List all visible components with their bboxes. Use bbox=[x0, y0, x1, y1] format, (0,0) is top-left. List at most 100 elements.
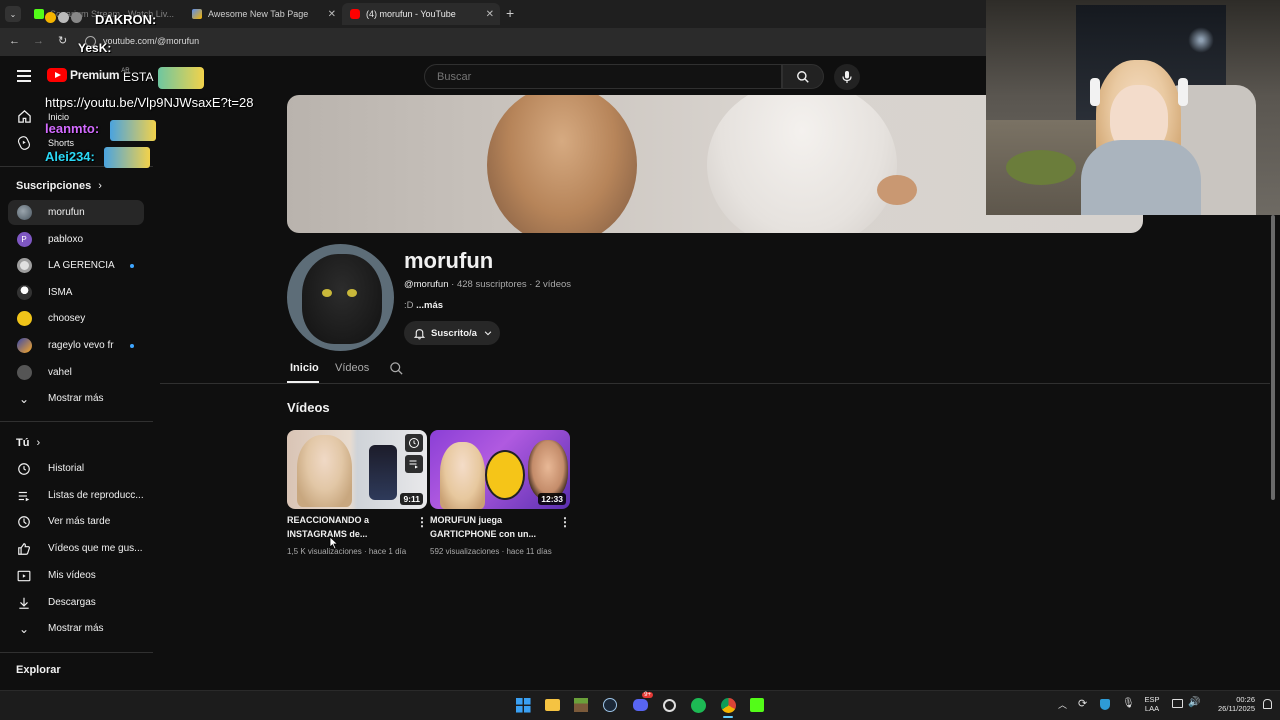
avatar bbox=[16, 338, 32, 353]
video-options-icon[interactable]: ⋮ bbox=[416, 515, 428, 529]
chrome-icon[interactable] bbox=[720, 697, 736, 713]
discord-icon[interactable]: 9+ bbox=[632, 692, 653, 713]
tray-sync-icon[interactable]: ⟳ bbox=[1078, 697, 1087, 710]
reload-icon[interactable]: ↻ bbox=[58, 34, 67, 47]
add-to-queue-icon[interactable] bbox=[405, 455, 423, 473]
sidebar-divider bbox=[0, 421, 153, 422]
subscribed-button[interactable]: Suscrito/a bbox=[404, 321, 500, 345]
sidebar-sub-la-gerencia[interactable]: LA GERENCIA bbox=[8, 253, 144, 278]
tray-chevron-up-icon[interactable]: ︿ bbox=[1058, 698, 1067, 711]
channel-handle: @morufun bbox=[404, 279, 449, 290]
video-count: 2 vídeos bbox=[535, 279, 572, 290]
sidebar-item-liked-videos[interactable]: Vídeos que me gus... bbox=[8, 536, 144, 561]
forward-arrow-icon[interactable]: → bbox=[33, 35, 44, 47]
subscriber-count: 428 suscriptores bbox=[456, 279, 527, 290]
windows-start-icon[interactable] bbox=[515, 697, 531, 713]
steam-icon[interactable] bbox=[602, 697, 618, 713]
history-icon bbox=[16, 461, 32, 477]
tab-videos[interactable]: Vídeos bbox=[335, 362, 369, 374]
webcam-overlay bbox=[986, 0, 1280, 215]
overlay-chat-link: https://youtu.be/Vlp9NJWsaxE?t=28 bbox=[45, 95, 254, 110]
search-button[interactable] bbox=[782, 64, 824, 89]
you-header[interactable]: Tú › bbox=[16, 437, 40, 449]
sidebar-item-mis-videos[interactable]: Mis vídeos bbox=[8, 563, 144, 588]
video-thumbnail[interactable]: 9:11 bbox=[287, 430, 427, 509]
youtube-favicon-icon bbox=[350, 9, 360, 19]
banner-cat-orange bbox=[487, 95, 637, 233]
sidebar-show-more-you[interactable]: ⌄ Mostrar más bbox=[8, 616, 144, 641]
video-title[interactable]: MORUFUN juega GARTICPHONE con un... bbox=[430, 514, 554, 541]
overlay-emote bbox=[158, 67, 204, 89]
clock[interactable]: 00:26 26/11/2025 bbox=[1205, 695, 1255, 713]
sidebar-sub-rageylo[interactable]: rageylo vevo fr bbox=[8, 333, 144, 358]
video-thumbnail[interactable]: 12:33 bbox=[430, 430, 570, 509]
sidebar-sub-isma[interactable]: ISMA bbox=[8, 280, 144, 305]
new-tab-button[interactable]: + bbox=[506, 5, 514, 21]
video-meta: 592 visualizaciones · hace 11 días bbox=[430, 547, 552, 556]
tray-volume-icon[interactable]: 🔊 bbox=[1188, 697, 1200, 708]
youtube-play-icon bbox=[47, 68, 67, 82]
watch-later-icon[interactable] bbox=[405, 434, 423, 452]
voice-search-button[interactable] bbox=[834, 64, 860, 90]
subscriptions-header[interactable]: Suscripciones › bbox=[16, 180, 102, 192]
new-content-dot bbox=[130, 263, 134, 268]
tab-list-button[interactable]: ⌄ bbox=[5, 6, 21, 22]
search-input[interactable] bbox=[425, 65, 781, 88]
tab-inicio[interactable]: Inicio bbox=[290, 362, 319, 374]
page-scrollbar[interactable] bbox=[1271, 215, 1275, 500]
app-icon[interactable] bbox=[661, 697, 677, 713]
sidebar-sub-pabloxo[interactable]: P pabloxo bbox=[8, 227, 144, 252]
file-explorer-icon[interactable] bbox=[544, 697, 560, 713]
sidebar-item-listas[interactable]: Listas de reproducc... bbox=[8, 483, 144, 508]
channel-description[interactable]: :D ...más bbox=[404, 300, 443, 311]
tab-new-tab-page[interactable]: Awesome New Tab Page ✕ bbox=[184, 3, 342, 25]
overlay-chat-dakron: DAKRON: bbox=[95, 12, 157, 27]
mouse-cursor-icon bbox=[329, 536, 339, 555]
channel-name: morufun bbox=[404, 248, 494, 273]
video-title[interactable]: REACCIONANDO a INSTAGRAMS de... bbox=[287, 514, 411, 541]
tray-shield-icon[interactable] bbox=[1100, 699, 1110, 710]
sidebar-sub-morufun[interactable]: morufun bbox=[8, 200, 144, 225]
channel-search-button[interactable] bbox=[389, 361, 404, 381]
spotify-icon[interactable] bbox=[690, 697, 706, 713]
tab-youtube-morufun[interactable]: (4) morufun - YouTube ✕ bbox=[342, 3, 500, 25]
kick-icon[interactable] bbox=[749, 697, 765, 713]
shorts-icon bbox=[16, 135, 32, 151]
sidebar-sub-vahel[interactable]: vahel bbox=[8, 360, 144, 385]
notifications-icon[interactable] bbox=[1263, 699, 1272, 709]
youtube-logo[interactable]: Premium AR bbox=[47, 68, 130, 82]
video-options-icon[interactable]: ⋮ bbox=[559, 515, 571, 529]
sidebar-item-descargas[interactable]: Descargas bbox=[8, 590, 144, 615]
subscriptions-title: Suscripciones bbox=[16, 180, 92, 192]
you-title: Tú bbox=[16, 437, 30, 449]
newtab-favicon-icon bbox=[192, 9, 202, 19]
minecraft-icon[interactable] bbox=[573, 697, 589, 713]
explore-title: Explorar bbox=[16, 664, 61, 676]
back-arrow-icon[interactable]: ← bbox=[9, 35, 20, 47]
sidebar-divider bbox=[0, 652, 153, 653]
close-tab-icon[interactable]: ✕ bbox=[486, 9, 494, 20]
sidebar-item-ver-mas-tarde[interactable]: Ver más tarde bbox=[8, 509, 144, 534]
more-link[interactable]: ...más bbox=[416, 300, 443, 311]
url-text[interactable]: youtube.com/@morufun bbox=[103, 36, 199, 46]
watch-later-icon bbox=[16, 514, 32, 530]
close-tab-icon[interactable]: ✕ bbox=[328, 9, 336, 20]
search-box bbox=[424, 64, 782, 89]
download-icon bbox=[16, 595, 32, 611]
tray-network-icon[interactable] bbox=[1172, 699, 1183, 708]
tray-mic-icon[interactable]: 🎙 bbox=[1122, 698, 1135, 709]
avatar: P bbox=[16, 232, 32, 247]
search-icon bbox=[797, 70, 809, 83]
kick-favicon-icon bbox=[34, 9, 44, 19]
menu-hamburger-icon[interactable] bbox=[17, 70, 31, 82]
avatar bbox=[16, 205, 32, 220]
notification-badge: 9+ bbox=[642, 692, 653, 698]
channel-avatar[interactable] bbox=[287, 244, 394, 351]
sidebar-sub-choosey[interactable]: choosey bbox=[8, 306, 144, 331]
overlay-chat-user2: Alei234: bbox=[45, 149, 95, 164]
chevron-right-icon: › bbox=[98, 180, 102, 192]
sidebar-show-more-subscriptions[interactable]: ⌄ Mostrar más bbox=[8, 386, 144, 411]
language-indicator[interactable]: ESP LAA bbox=[1142, 695, 1162, 713]
video-duration: 12:33 bbox=[538, 493, 566, 505]
sidebar-item-historial[interactable]: Historial bbox=[8, 456, 144, 481]
